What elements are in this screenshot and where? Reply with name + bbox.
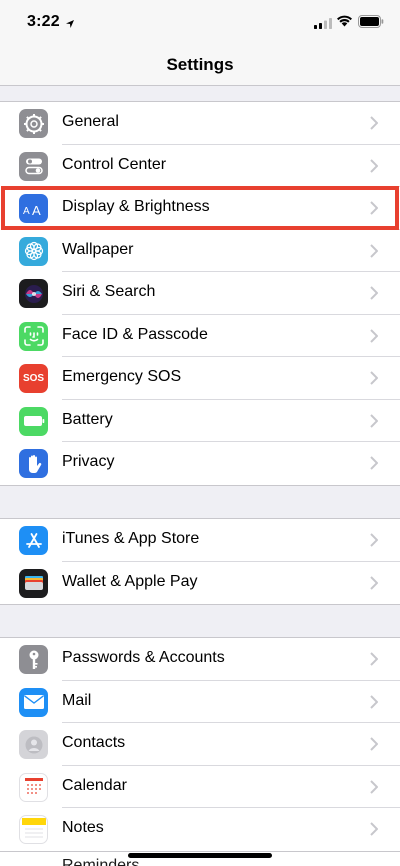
- chevron-right-icon: [370, 201, 379, 220]
- mail-icon: [19, 687, 48, 717]
- settings-row-siri-search[interactable]: Siri & Search: [0, 272, 400, 315]
- settings-row-passwords-accounts[interactable]: Passwords & Accounts: [0, 638, 400, 681]
- app-store-icon: [19, 526, 48, 555]
- settings-row-label: Mail: [62, 691, 92, 709]
- settings-row-face-id-passcode[interactable]: Face ID & Passcode: [0, 315, 400, 357]
- settings-row-privacy[interactable]: Privacy: [0, 442, 400, 485]
- settings-row-label: Battery: [62, 410, 113, 428]
- settings-row-label: Wallpaper: [62, 240, 134, 258]
- settings-row-label: Face ID & Passcode: [62, 325, 208, 343]
- chevron-right-icon: [370, 286, 379, 305]
- home-indicator[interactable]: [128, 853, 272, 858]
- settings-row-label: Siri & Search: [62, 283, 156, 300]
- chevron-right-icon: [370, 822, 379, 841]
- settings-row-label: Notes: [62, 819, 104, 836]
- settings-row-label: Privacy: [62, 453, 115, 470]
- chevron-right-icon: [370, 533, 379, 552]
- settings-row-label: Emergency SOS: [62, 368, 182, 385]
- notes-icon: [19, 815, 48, 844]
- partial-row-label: Reminders: [62, 857, 140, 866]
- settings-group-1: General Control Center A A Display & Bri…: [0, 101, 400, 486]
- sos-icon-text: SOS: [22, 373, 45, 384]
- chevron-right-icon: [370, 652, 379, 671]
- settings-row-notes[interactable]: Notes: [0, 808, 400, 851]
- page-title: Settings: [166, 54, 234, 74]
- settings-row-wallet-apple-pay[interactable]: Wallet & Apple Pay: [0, 562, 400, 605]
- battery-icon: [19, 406, 48, 436]
- location-arrow-icon: [65, 16, 75, 34]
- settings-row-label: iTunes & App Store: [62, 530, 200, 547]
- chevron-right-icon: [370, 328, 379, 348]
- settings-group-2: iTunes & App Store Wallet & Apple Pay: [0, 518, 400, 605]
- hand-icon: [19, 449, 48, 478]
- svg-text:A: A: [32, 203, 41, 216]
- chevron-right-icon: [370, 116, 379, 135]
- settings-row-wallpaper[interactable]: Wallpaper: [0, 230, 400, 272]
- sos-icon: SOS: [19, 364, 48, 393]
- chevron-right-icon: [370, 575, 379, 595]
- wallet-icon: [19, 568, 48, 598]
- settings-row-contacts[interactable]: Contacts: [0, 723, 400, 766]
- chevron-right-icon: [370, 413, 379, 433]
- chevron-right-icon: [370, 694, 379, 714]
- chevron-right-icon: [370, 371, 379, 390]
- key-icon: [19, 645, 48, 674]
- navigation-bar: Settings: [0, 44, 400, 86]
- settings-row-label: General: [62, 113, 119, 130]
- settings-row-mail[interactable]: Mail: [0, 681, 400, 723]
- settings-row-label: Passwords & Accounts: [62, 649, 225, 666]
- calendar-icon: [19, 772, 48, 802]
- chevron-right-icon: [370, 456, 379, 475]
- chevron-right-icon: [370, 737, 379, 756]
- svg-text:A: A: [23, 206, 30, 216]
- contacts-icon: [19, 730, 48, 759]
- settings-row-label: Contacts: [62, 734, 126, 751]
- status-time: 3:22: [27, 13, 60, 30]
- settings-row-label: Display & Brightness: [62, 198, 210, 215]
- settings-row-battery[interactable]: Battery: [0, 400, 400, 442]
- battery-status-icon: [358, 15, 384, 33]
- settings-row-display-brightness[interactable]: A A Display & Brightness: [0, 187, 400, 230]
- chevron-right-icon: [370, 158, 379, 178]
- toggles-icon: [19, 151, 48, 181]
- status-bar: 3:22: [0, 0, 400, 44]
- chevron-right-icon: [370, 779, 379, 799]
- wifi-icon: [336, 14, 353, 32]
- settings-row-itunes-app-store[interactable]: iTunes & App Store: [0, 519, 400, 562]
- settings-row-control-center[interactable]: Control Center: [0, 145, 400, 187]
- text-size-icon: A A: [19, 194, 48, 223]
- siri-icon: [19, 279, 48, 308]
- face-id-icon: [19, 321, 48, 351]
- chevron-right-icon: [370, 243, 379, 263]
- settings-group-3: Passwords & Accounts Mail Contacts Calen…: [0, 637, 400, 852]
- settings-row-label: Wallet & Apple Pay: [62, 572, 198, 590]
- settings-row-label: Control Center: [62, 155, 167, 173]
- flower-icon: [19, 236, 48, 266]
- settings-row-emergency-sos[interactable]: SOS Emergency SOS: [0, 357, 400, 400]
- settings-row-general[interactable]: General: [0, 102, 400, 145]
- gear-icon: [19, 109, 48, 138]
- settings-row-calendar[interactable]: Calendar: [0, 766, 400, 808]
- cellular-signal-icon: [314, 16, 332, 34]
- settings-row-label: Calendar: [62, 776, 127, 794]
